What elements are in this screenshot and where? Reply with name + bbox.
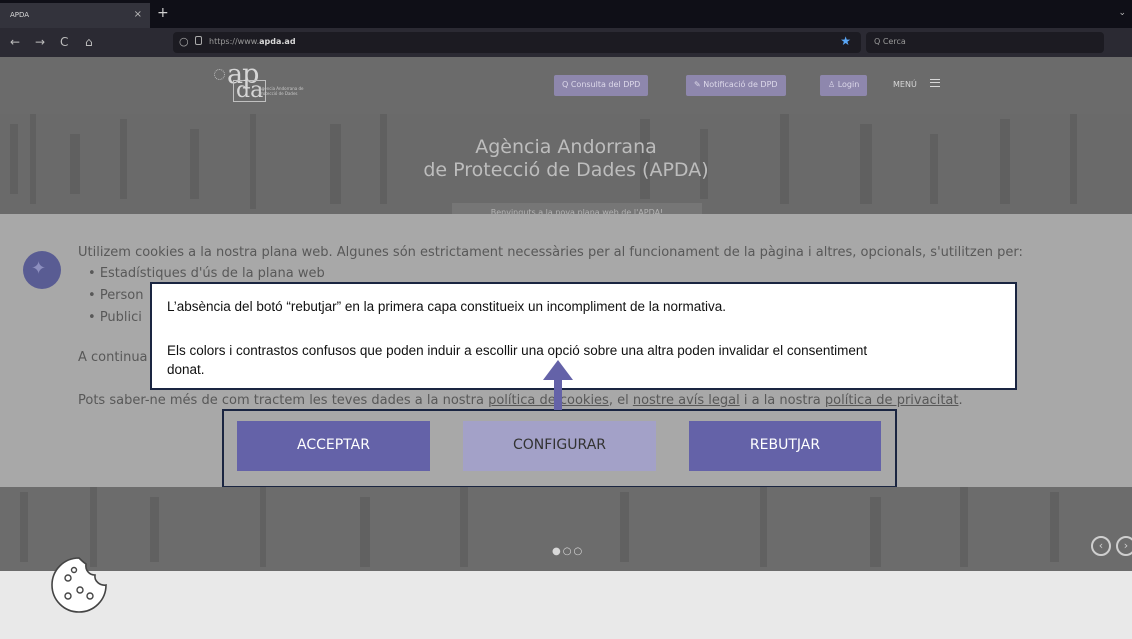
annotation-callout: L’absència del botó “rebutjar” en la pri… (150, 282, 1017, 390)
carousel-prev-icon[interactable]: ‹ (1091, 536, 1111, 556)
lock-icon (195, 36, 202, 45)
cookie-intro-text: Utilizem cookies a la nostra plana web. … (78, 245, 1023, 260)
carousel-dots[interactable]: ●○○ (552, 546, 584, 557)
forward-arrow-icon[interactable]: → (35, 35, 45, 49)
annotation-line-1: L’absència del botó “rebutjar” en la pri… (167, 299, 727, 314)
browser-tab-bar: APDA × + ⌄ (0, 0, 1132, 28)
cookie-bullet-1: • Estadístiques d'ús de la plana web (88, 266, 325, 281)
login-button[interactable]: ♙ Login (820, 75, 868, 96)
annotation-line-2: Els colors i contrastos confusos que pod… (167, 343, 868, 358)
hamburger-icon[interactable] (930, 79, 940, 87)
accept-button[interactable]: ACCEPTAR (237, 421, 430, 471)
hero-banner: Agència Andorrana de Protecció de Dades … (0, 114, 1132, 214)
cookie-policy-link[interactable]: política de cookies (488, 393, 609, 408)
cookie-bullet-3: • Publici (88, 310, 142, 325)
annotation-line-3: donat. (167, 362, 205, 377)
legal-notice-link[interactable]: nostre avís legal (633, 393, 740, 408)
shield-icon: ○ (179, 35, 189, 48)
cookie-avatar-icon: ✦ (23, 251, 61, 289)
hero-title-line1: Agència Andorrana (475, 136, 657, 158)
menu-label[interactable]: MENÚ (893, 80, 917, 89)
notificacio-dpd-button[interactable]: ✎ Notificació de DPD (686, 75, 786, 96)
close-tab-icon[interactable]: × (134, 9, 142, 20)
search-placeholder: Q Cerca (874, 37, 906, 46)
address-text: https://www.apda.ad (209, 37, 296, 46)
reject-button[interactable]: REBUTJAR (689, 421, 881, 471)
cookie-more-info: Pots saber-ne més de com tractem les tev… (78, 393, 963, 408)
browser-toolbar: ← → C ⌂ ○ https://www.apda.ad ★ Q Cerca (0, 28, 1132, 57)
privacy-policy-link[interactable]: política de privacitat (825, 393, 959, 408)
consulta-dpd-button[interactable]: Q Consulta del DPD (554, 75, 649, 96)
reload-icon[interactable]: C (60, 35, 68, 49)
cookie-continue-text: A continua (78, 350, 148, 365)
browser-tab[interactable]: APDA × (0, 3, 150, 28)
cookie-settings-icon[interactable] (44, 550, 114, 620)
back-arrow-icon[interactable]: ← (10, 35, 20, 49)
annotation-arrow-shaft (554, 380, 562, 410)
apda-logo[interactable]: ap da Agència Andorrana de Protecció de … (211, 59, 321, 107)
page: APDA × + ⌄ ← → C ⌂ ○ https://www.apda.ad… (0, 0, 1132, 639)
hero-subtitle: Benvinguts a la nova plana web de l'APDA… (452, 203, 702, 214)
tab-title: APDA (10, 11, 30, 19)
cookie-bullet-2: • Person (88, 288, 144, 303)
browser-search-field[interactable]: Q Cerca (866, 32, 1104, 53)
site-header: ap da Agència Andorrana de Protecció de … (0, 57, 1132, 114)
annotation-arrow-icon (543, 360, 573, 380)
seal-icon (214, 69, 225, 80)
lower-banner-background (20, 487, 1059, 567)
carousel-next-icon[interactable]: › (1116, 536, 1132, 556)
new-tab-button[interactable]: + (157, 5, 169, 21)
chevron-down-icon[interactable]: ⌄ (1118, 8, 1126, 18)
star-icon[interactable]: ★ (840, 34, 851, 48)
address-bar[interactable]: ○ https://www.apda.ad ★ (173, 32, 861, 53)
page-footer (0, 571, 1132, 639)
home-icon[interactable]: ⌂ (85, 35, 93, 49)
configure-button[interactable]: CONFIGURAR (463, 421, 656, 471)
lower-banner (0, 487, 1132, 571)
hero-title-line2: de Protecció de Dades (APDA) (423, 159, 709, 181)
